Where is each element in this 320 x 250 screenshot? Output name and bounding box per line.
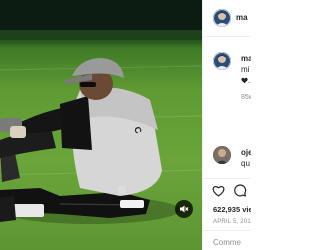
post-date: APRIL 5, 2019: [213, 219, 251, 225]
mute-toggle-button[interactable]: [175, 200, 193, 218]
post-header: ma: [203, 0, 251, 37]
comment-text: qu: [241, 159, 250, 168]
view-count[interactable]: 622,935 vie: [213, 205, 251, 215]
caption-username[interactable]: ma: [241, 54, 251, 64]
post-video[interactable]: C: [0, 0, 202, 250]
author-avatar[interactable]: [213, 9, 231, 27]
caption-emoji-suffix: .: [248, 76, 251, 85]
comment-button[interactable]: [234, 184, 247, 202]
caption-timestamp: 85w: [241, 94, 251, 101]
caption-author-avatar[interactable]: [213, 52, 231, 70]
video-frame-athlete-stretching: C: [0, 0, 202, 224]
comment-divider: [203, 230, 251, 231]
post-details-panel: ma ma mi . 85w: [202, 0, 251, 250]
add-comment-input[interactable]: Comme: [213, 238, 241, 248]
author-username[interactable]: ma: [236, 13, 248, 23]
caption-text-line: mi: [241, 65, 250, 74]
post-actions: [203, 178, 251, 199]
commenter-username[interactable]: oje: [241, 148, 251, 158]
avatar-image: [213, 146, 231, 164]
comment-icon: [234, 184, 247, 197]
heart-emoji-icon: [241, 77, 248, 84]
caption-emoji-line: .: [241, 76, 250, 86]
commenter-avatar[interactable]: [213, 146, 231, 164]
heart-icon: [212, 186, 225, 197]
speaker-muted-icon: [180, 205, 189, 213]
like-button[interactable]: [212, 184, 225, 202]
